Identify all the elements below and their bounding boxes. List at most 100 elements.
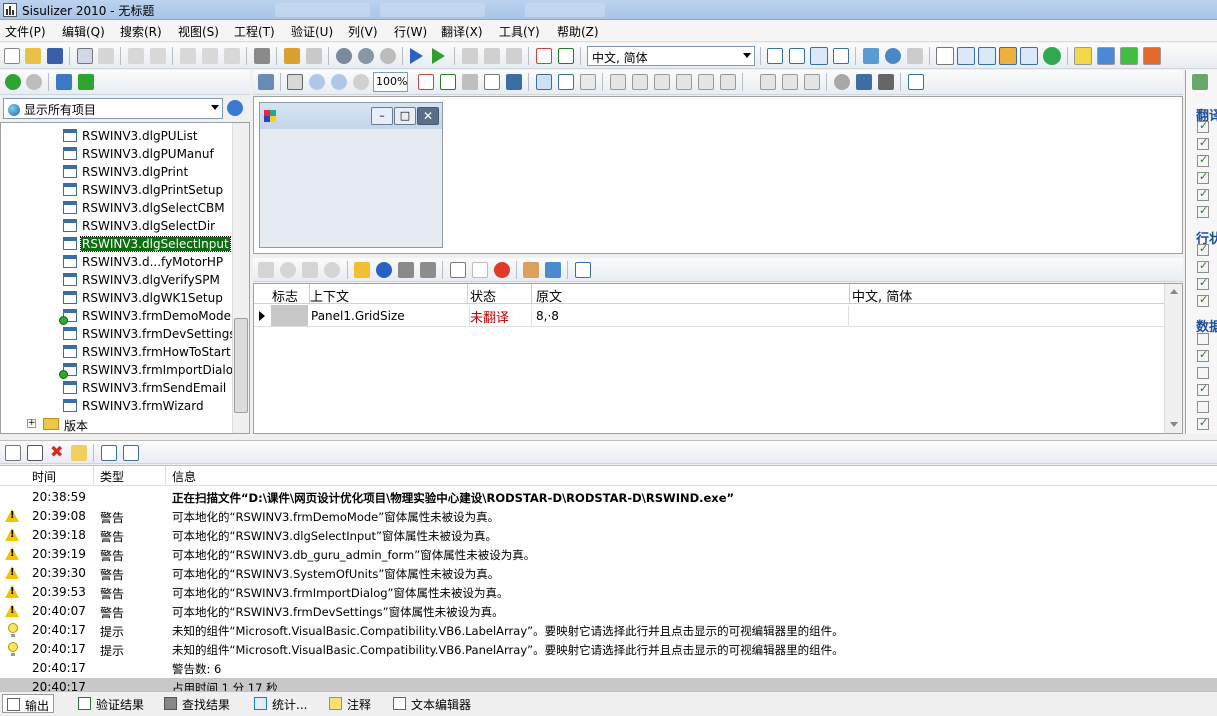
close-icon[interactable]: ✕: [417, 107, 439, 125]
grid-icon[interactable]: [580, 74, 596, 90]
tree-item[interactable]: RSWINV3.dlgSelectCBM: [1, 199, 231, 217]
layout-split-h-icon[interactable]: [810, 47, 828, 65]
log-header-time[interactable]: 时间: [32, 468, 56, 485]
run-icon[interactable]: [432, 48, 445, 64]
layout-icon[interactable]: [789, 48, 805, 64]
report-icon[interactable]: [536, 48, 552, 64]
home-icon[interactable]: [258, 74, 274, 90]
delete-icon[interactable]: [398, 262, 414, 278]
back-icon[interactable]: [5, 74, 21, 90]
menu-translate[interactable]: 翻译(X): [441, 23, 483, 40]
grid-header-original[interactable]: 原文: [536, 284, 850, 305]
new-icon[interactable]: [4, 48, 20, 64]
tab-text-editor[interactable]: 文本编辑器: [389, 694, 475, 713]
tree-filter-combo[interactable]: 显示所有项目: [3, 98, 223, 119]
form-frame-icon[interactable]: [536, 74, 552, 90]
print-preview-icon[interactable]: [77, 48, 93, 64]
window-icon[interactable]: [856, 74, 872, 90]
menu-project[interactable]: 工程(T): [234, 23, 275, 40]
paste-icon[interactable]: [224, 48, 240, 64]
mouse-icon[interactable]: [834, 74, 850, 90]
menu-tools[interactable]: 工具(Y): [499, 23, 540, 40]
copy-icon[interactable]: [27, 445, 43, 461]
log-row[interactable]: 20:39:53 警告 可本地化的“RSWINV3.frmImportDialog”…: [0, 583, 1217, 602]
form-preview[interactable]: – □ ✕: [259, 102, 443, 248]
play-icon[interactable]: [410, 48, 423, 64]
binoculars-icon[interactable]: [254, 48, 270, 64]
refresh-icon[interactable]: [885, 48, 901, 64]
tree-item[interactable]: RSWINV3.frmWizard: [1, 397, 231, 415]
page-icon[interactable]: [936, 47, 954, 65]
tree-item[interactable]: RSWINV3.dlgSelectDir: [1, 217, 231, 235]
zoom-out-icon[interactable]: [331, 74, 347, 90]
align-middle-icon[interactable]: [698, 74, 714, 90]
filter-checkbox[interactable]: [1197, 276, 1209, 290]
filter-checkbox[interactable]: [1197, 170, 1209, 184]
grid-header-target[interactable]: 中文, 简体: [852, 284, 1164, 305]
align-left-icon[interactable]: [610, 74, 626, 90]
filter-checkbox[interactable]: [1197, 204, 1209, 218]
layout-split-v-icon[interactable]: [833, 48, 849, 64]
export-icon[interactable]: [908, 74, 924, 90]
filter-checkbox[interactable]: [1197, 136, 1209, 150]
scroll-up-icon[interactable]: [1170, 289, 1178, 294]
expand-icon[interactable]: +: [27, 419, 36, 428]
delete-icon[interactable]: ✖: [50, 442, 63, 461]
grid-scrollbar[interactable]: [1164, 284, 1182, 433]
same-size-icon[interactable]: [804, 74, 820, 90]
same-width-icon[interactable]: [760, 74, 776, 90]
log-row[interactable]: 20:40:07 警告 可本地化的“RSWINV3.frmDevSettings”窗…: [0, 602, 1217, 621]
build-icon[interactable]: [306, 48, 322, 64]
tree-scrollbar[interactable]: [232, 123, 249, 433]
language-combo[interactable]: 中文, 简体: [587, 46, 755, 66]
gear-icon[interactable]: [280, 262, 296, 278]
log-row[interactable]: 20:40:17 提示 未知的组件“Microsoft.VisualBasic.Co…: [0, 621, 1217, 640]
validate-icon[interactable]: [558, 48, 574, 64]
align-center-icon[interactable]: [632, 74, 648, 90]
layout-icon[interactable]: [767, 48, 783, 64]
filter-checkbox[interactable]: [1197, 242, 1209, 256]
same-height-icon[interactable]: [782, 74, 798, 90]
align-right-icon[interactable]: [654, 74, 670, 90]
edit-icon[interactable]: [450, 262, 466, 278]
tree-item-version[interactable]: + 版本: [1, 415, 231, 433]
menu-edit[interactable]: 编辑(Q): [62, 23, 105, 40]
flag-icon[interactable]: [1120, 47, 1138, 65]
check-doc-icon[interactable]: [440, 74, 456, 90]
group-icon[interactable]: [957, 47, 975, 65]
minimize-icon[interactable]: –: [371, 107, 393, 125]
lock-icon[interactable]: [354, 262, 370, 278]
table-row[interactable]: Panel1.GridSize 未翻译 8,·8: [254, 305, 1164, 327]
open-icon[interactable]: [25, 48, 41, 64]
filter-checkbox[interactable]: [1197, 153, 1209, 167]
save-icon[interactable]: [47, 48, 63, 64]
filter-checkbox[interactable]: [1197, 333, 1209, 345]
filter-icon[interactable]: [545, 262, 561, 278]
menu-search[interactable]: 搜索(R): [120, 23, 162, 40]
cut-icon[interactable]: [180, 48, 196, 64]
filter-icon[interactable]: [863, 48, 879, 64]
align-bottom-icon[interactable]: [720, 74, 736, 90]
log-row[interactable]: 20:38:59 正在扫描文件“D:\课件\网页设计优化项目\物理实验中心建设\R…: [0, 488, 1217, 507]
print-icon[interactable]: [98, 48, 114, 64]
log-row[interactable]: 20:39:18 警告 可本地化的“RSWINV3.dlgSelectInput”窗…: [0, 526, 1217, 545]
filter-checkbox[interactable]: [1197, 187, 1209, 201]
gear-icon[interactable]: [978, 47, 996, 65]
maximize-icon[interactable]: □: [394, 107, 416, 125]
flag-icon[interactable]: [1074, 47, 1092, 65]
tree-item[interactable]: RSWINV3.frmDemoMode: [1, 307, 231, 325]
tab-statistics[interactable]: 统计...: [250, 694, 311, 713]
tab-comments[interactable]: 注释: [325, 694, 375, 713]
tree-item[interactable]: RSWINV3.dlgPrint: [1, 163, 231, 181]
menu-column[interactable]: 列(V): [348, 23, 378, 40]
panel-icon[interactable]: [1192, 74, 1208, 90]
filter-checkbox[interactable]: [1197, 259, 1209, 273]
grid-header-status[interactable]: 状态: [470, 284, 532, 305]
tree-item[interactable]: RSWINV3.frmImportDialog: [1, 361, 241, 379]
stop-icon[interactable]: [494, 262, 510, 278]
zoom-combo[interactable]: 100%: [373, 72, 408, 92]
tree-item[interactable]: RSWINV3.dlgPrintSetup: [1, 181, 231, 199]
screen-icon[interactable]: [878, 74, 894, 90]
funnel-icon[interactable]: [907, 48, 923, 64]
star-icon[interactable]: [462, 48, 478, 64]
